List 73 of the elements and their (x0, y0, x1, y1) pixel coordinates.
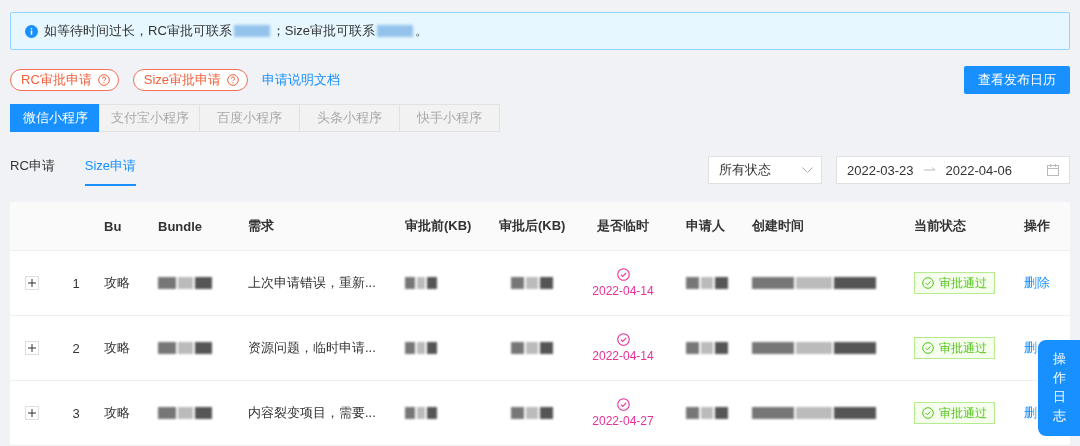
redaction-blur (686, 407, 728, 419)
check-circle-icon (616, 268, 630, 281)
status-tag: 审批通过 (914, 402, 995, 424)
delete-link[interactable]: 删除 (1024, 274, 1050, 292)
column-header: 是否临时 (597, 217, 649, 235)
check-circle-icon (616, 398, 630, 411)
chevron-down-icon (802, 166, 813, 174)
calendar-button[interactable]: 查看发布日历 (964, 66, 1070, 94)
alert-message: 如等待时间过长，RC审批可联系 ；Size审批可联系 。 (44, 22, 429, 40)
column-header: 操作 (1024, 217, 1050, 235)
info-icon (25, 24, 38, 38)
check-circle-icon (922, 407, 934, 419)
column-header: 当前状态 (914, 217, 966, 235)
redaction-blur (405, 342, 437, 354)
platform-tab[interactable]: 支付宝小程序 (99, 104, 200, 132)
doc-link[interactable]: 申请说明文档 (262, 71, 341, 89)
delete-link[interactable]: 删 (1024, 404, 1037, 422)
table-cell: 资源问题，临时申请... (248, 339, 376, 357)
platform-tab[interactable]: 头条小程序 (299, 104, 400, 132)
platform-tab[interactable]: 快手小程序 (399, 104, 500, 132)
apply-button[interactable]: RC审批申请 (10, 69, 119, 91)
column-header: 审批前(KB) (405, 217, 472, 235)
column-header: Bundle (158, 218, 203, 234)
redaction-blur (511, 407, 553, 419)
check-circle-icon (616, 333, 630, 346)
table-cell: 攻略 (104, 404, 130, 422)
check-circle-icon (922, 277, 934, 289)
temporary-until-date: 2022-04-27 (592, 414, 654, 428)
status-select[interactable]: 所有状态 (708, 156, 822, 184)
calendar-icon (1047, 164, 1059, 176)
table-cell: 攻略 (104, 274, 130, 292)
table-cell: 攻略 (104, 339, 130, 357)
redaction-blur (511, 277, 553, 289)
arrow-right-icon (923, 167, 936, 173)
plus-icon (28, 344, 36, 352)
table-cell: 2 (72, 340, 80, 356)
redaction-blur (511, 342, 553, 354)
type-tab[interactable]: RC申请 (10, 156, 55, 186)
table-cell: 1 (72, 275, 80, 291)
column-header: 创建时间 (752, 217, 804, 235)
redaction-blur (158, 342, 212, 354)
help-icon (97, 74, 110, 86)
redaction-blur (158, 407, 212, 419)
expand-button[interactable] (25, 341, 39, 355)
apply-button[interactable]: Size审批申请 (132, 69, 249, 91)
status-tag: 审批通过 (914, 272, 995, 294)
expand-button[interactable] (25, 406, 39, 420)
table-cell: 上次申请错误，重新... (248, 274, 376, 292)
column-header: 需求 (248, 217, 274, 235)
redaction-blur (686, 342, 728, 354)
date-range-picker[interactable]: 2022-03-23 2022-04-06 (836, 156, 1070, 184)
plus-icon (28, 279, 36, 287)
table-cell: 内容裂变项目，需要... (248, 404, 376, 422)
redaction-blur (686, 277, 728, 289)
expand-button[interactable] (25, 276, 39, 290)
check-circle-icon (922, 342, 934, 354)
temporary-until-date: 2022-04-14 (592, 284, 654, 298)
temporary-until-date: 2022-04-14 (592, 349, 654, 363)
redaction-blur (158, 277, 212, 289)
redaction-blur (405, 407, 437, 419)
column-header: 审批后(KB) (499, 217, 566, 235)
help-icon (227, 74, 240, 86)
platform-tab[interactable]: 微信小程序 (10, 104, 100, 132)
table-cell: 3 (72, 405, 80, 421)
column-header: Bu (104, 218, 122, 234)
platform-tab[interactable]: 百度小程序 (199, 104, 300, 132)
plus-icon (28, 409, 36, 417)
type-tab[interactable]: Size申请 (84, 156, 137, 186)
status-tag: 审批通过 (914, 337, 995, 359)
column-header: 申请人 (686, 217, 725, 235)
delete-link[interactable]: 删 (1024, 339, 1037, 357)
redaction-blur (405, 277, 437, 289)
operation-log-button[interactable]: 操作日志 (1038, 340, 1080, 436)
